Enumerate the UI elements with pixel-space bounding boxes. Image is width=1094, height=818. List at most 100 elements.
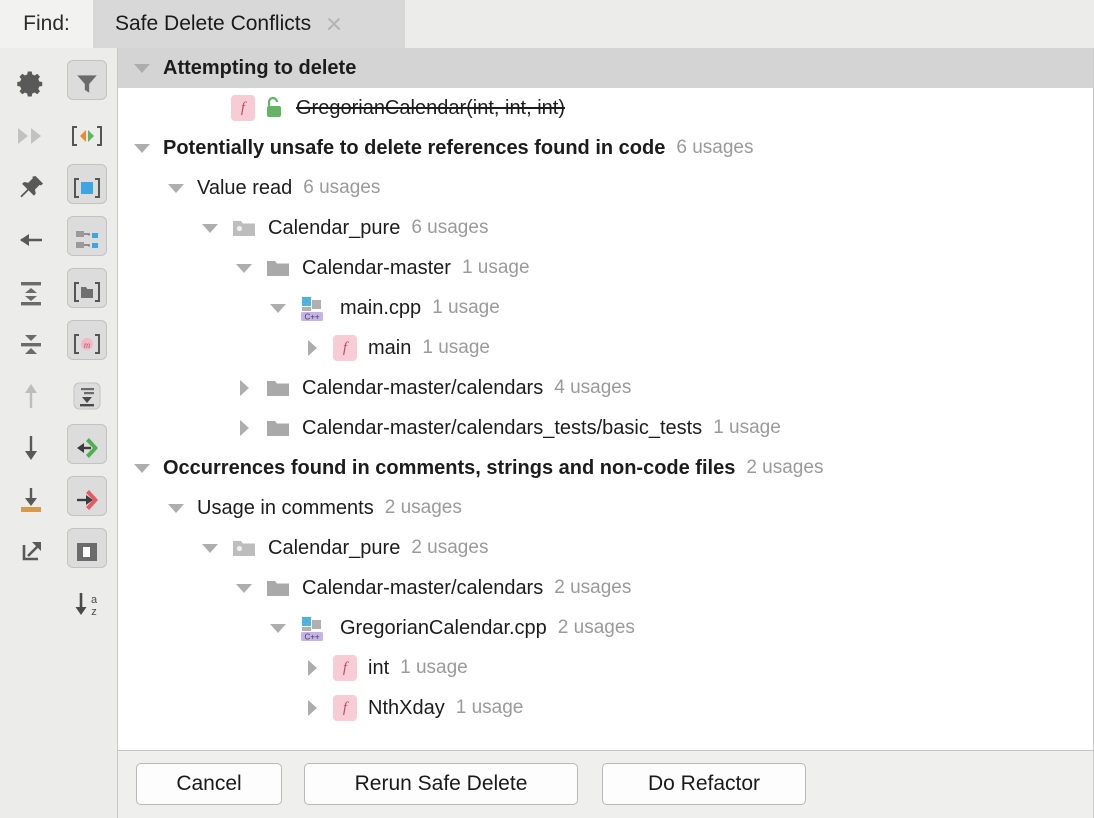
tree-row-label: Attempting to delete (163, 56, 357, 79)
function-badge-icon: f (333, 335, 357, 361)
cpp-file-icon: C++ (299, 294, 329, 322)
group-by-structure-icon[interactable] (60, 214, 114, 266)
show-import-statements-icon[interactable] (60, 422, 114, 474)
tree-row-calendars-dir-2[interactable]: Calendar-master/calendars 2 usages (118, 568, 1093, 608)
close-icon[interactable] (325, 15, 343, 33)
find-label: Find: (0, 0, 93, 48)
tab-safe-delete-conflicts[interactable]: Safe Delete Conflicts (93, 0, 405, 48)
chevron-down-icon[interactable] (130, 448, 154, 488)
chevron-down-icon[interactable] (266, 608, 290, 648)
chevron-down-icon[interactable] (198, 528, 222, 568)
chevron-down-icon[interactable] (164, 488, 188, 528)
folder-icon (265, 415, 291, 441)
tree-row-label: Calendar-master (302, 256, 451, 279)
chevron-down-icon[interactable] (130, 48, 154, 88)
arrow-left-icon[interactable] (4, 214, 58, 266)
tree-row-gregorian-calendar-ctor[interactable]: f GregorianCalendar(int, int, int) (118, 88, 1093, 128)
function-badge-icon: f (333, 695, 357, 721)
export-to-file-icon[interactable] (4, 474, 58, 526)
svg-text:C++: C++ (304, 313, 319, 322)
fast-forward-icon[interactable] (4, 110, 58, 162)
tree-row-label: GregorianCalendar.cpp (340, 616, 547, 639)
tree-row-label: GregorianCalendar(int, int, int) (296, 96, 566, 119)
cpp-file-icon: C++ (299, 614, 329, 642)
svg-text:C++: C++ (304, 633, 319, 642)
tree-row-int-function[interactable]: f int 1 usage (118, 648, 1093, 688)
usage-count: 1 usage (422, 337, 490, 358)
chevron-right-icon[interactable] (300, 688, 324, 728)
tree-row-usage-in-comments[interactable]: Usage in comments 2 usages (118, 488, 1093, 528)
lock-icon (263, 95, 285, 121)
do-refactor-button[interactable]: Do Refactor (602, 763, 806, 805)
tree-row-nthxday-function[interactable]: f NthXday 1 usage (118, 688, 1093, 728)
pin-icon[interactable] (4, 162, 58, 214)
tab-title: Safe Delete Conflicts (115, 12, 312, 35)
tree-row-occurrences-in-comments[interactable]: Occurrences found in comments, strings a… (118, 448, 1093, 488)
safe-delete-conflicts-window: Find: Safe Delete Conflicts m a z Attemp… (0, 0, 1094, 818)
tree-row-label: Calendar-master/calendars (302, 376, 544, 399)
toolbar-column-left (4, 58, 58, 578)
cancel-button[interactable]: Cancel (136, 763, 282, 805)
usage-count: 1 usage (455, 697, 524, 718)
tree-row-label: Value read (197, 176, 293, 199)
arrow-down-icon[interactable] (4, 422, 58, 474)
dialog-button-bar: Cancel Rerun Safe Delete Do Refactor (118, 750, 1094, 818)
chevron-down-icon[interactable] (198, 208, 222, 248)
tree-row-basic-tests-dir[interactable]: Calendar-master/calendars_tests/basic_te… (118, 408, 1093, 448)
group-by-module-icon[interactable] (60, 162, 114, 214)
chevron-right-icon[interactable] (232, 408, 256, 448)
preview-usages-icon[interactable] (60, 526, 114, 578)
filter-icon[interactable] (60, 58, 114, 110)
usage-count: 1 usage (432, 297, 500, 318)
chevron-right-icon[interactable] (300, 648, 324, 688)
folder-icon (265, 575, 291, 601)
tree-row-label: Calendar-master/calendars_tests/basic_te… (302, 416, 703, 439)
tree-row-label: Calendar-master/calendars (302, 576, 544, 599)
tree-row-potentially-unsafe[interactable]: Potentially unsafe to delete references … (118, 128, 1093, 168)
group-by-directory-icon[interactable] (60, 266, 114, 318)
usage-count: 2 usages (411, 537, 489, 558)
usage-count: 4 usages (554, 377, 632, 398)
tree-row-calendar-pure-module-2[interactable]: Calendar_pure 2 usages (118, 528, 1093, 568)
usages-tree[interactable]: Attempting to delete f GregorianCalendar(i… (118, 48, 1094, 750)
chevron-down-icon[interactable] (266, 288, 290, 328)
chevron-down-icon[interactable] (232, 248, 256, 288)
show-read-write-access-icon[interactable] (60, 110, 114, 162)
module-folder-icon (231, 215, 257, 241)
tree-row-calendar-master-dir[interactable]: Calendar-master 1 usage (118, 248, 1093, 288)
settings-icon[interactable] (4, 58, 58, 110)
usage-count: 2 usages (384, 497, 462, 518)
expand-all-icon[interactable] (4, 266, 58, 318)
collapse-all-icon[interactable] (4, 318, 58, 370)
sort-alphabetically-icon[interactable]: a z (60, 578, 114, 630)
svg-text:a: a (91, 594, 98, 606)
group-by-member-icon[interactable]: m (60, 318, 114, 370)
merge-usages-icon[interactable] (60, 370, 114, 422)
show-write-access-icon[interactable] (60, 474, 114, 526)
tree-row-calendars-dir[interactable]: Calendar-master/calendars 4 usages (118, 368, 1093, 408)
tree-row-value-read[interactable]: Value read 6 usages (118, 168, 1093, 208)
tree-row-main-cpp-file[interactable]: C++ main.cpp 1 usage (118, 288, 1093, 328)
chevron-right-icon[interactable] (232, 368, 256, 408)
tree-row-calendar-pure-module-1[interactable]: Calendar_pure 6 usages (118, 208, 1093, 248)
chevron-down-icon[interactable] (232, 568, 256, 608)
chevron-down-icon[interactable] (130, 128, 154, 168)
chevron-down-icon[interactable] (164, 168, 188, 208)
tree-row-attempting-to-delete[interactable]: Attempting to delete (118, 48, 1093, 88)
tree-row-label: main (368, 336, 412, 359)
tree-row-main-function[interactable]: f main 1 usage (118, 328, 1093, 368)
usage-count: 1 usage (713, 417, 781, 438)
module-folder-icon (231, 535, 257, 561)
chevron-right-icon[interactable] (300, 328, 324, 368)
rerun-safe-delete-button[interactable]: Rerun Safe Delete (304, 763, 578, 805)
usage-count: 2 usages (746, 457, 824, 478)
folder-icon (265, 375, 291, 401)
tree-row-gregoriancalendar-cpp-file[interactable]: C++ GregorianCalendar.cpp 2 usages (118, 608, 1093, 648)
usage-count: 1 usage (461, 257, 530, 278)
arrow-up-icon[interactable] (4, 370, 58, 422)
usage-count: 2 usages (554, 577, 632, 598)
usage-count: 6 usages (303, 177, 381, 198)
folder-icon (265, 255, 291, 281)
svg-text:z: z (91, 606, 97, 618)
open-in-new-window-icon[interactable] (4, 526, 58, 578)
